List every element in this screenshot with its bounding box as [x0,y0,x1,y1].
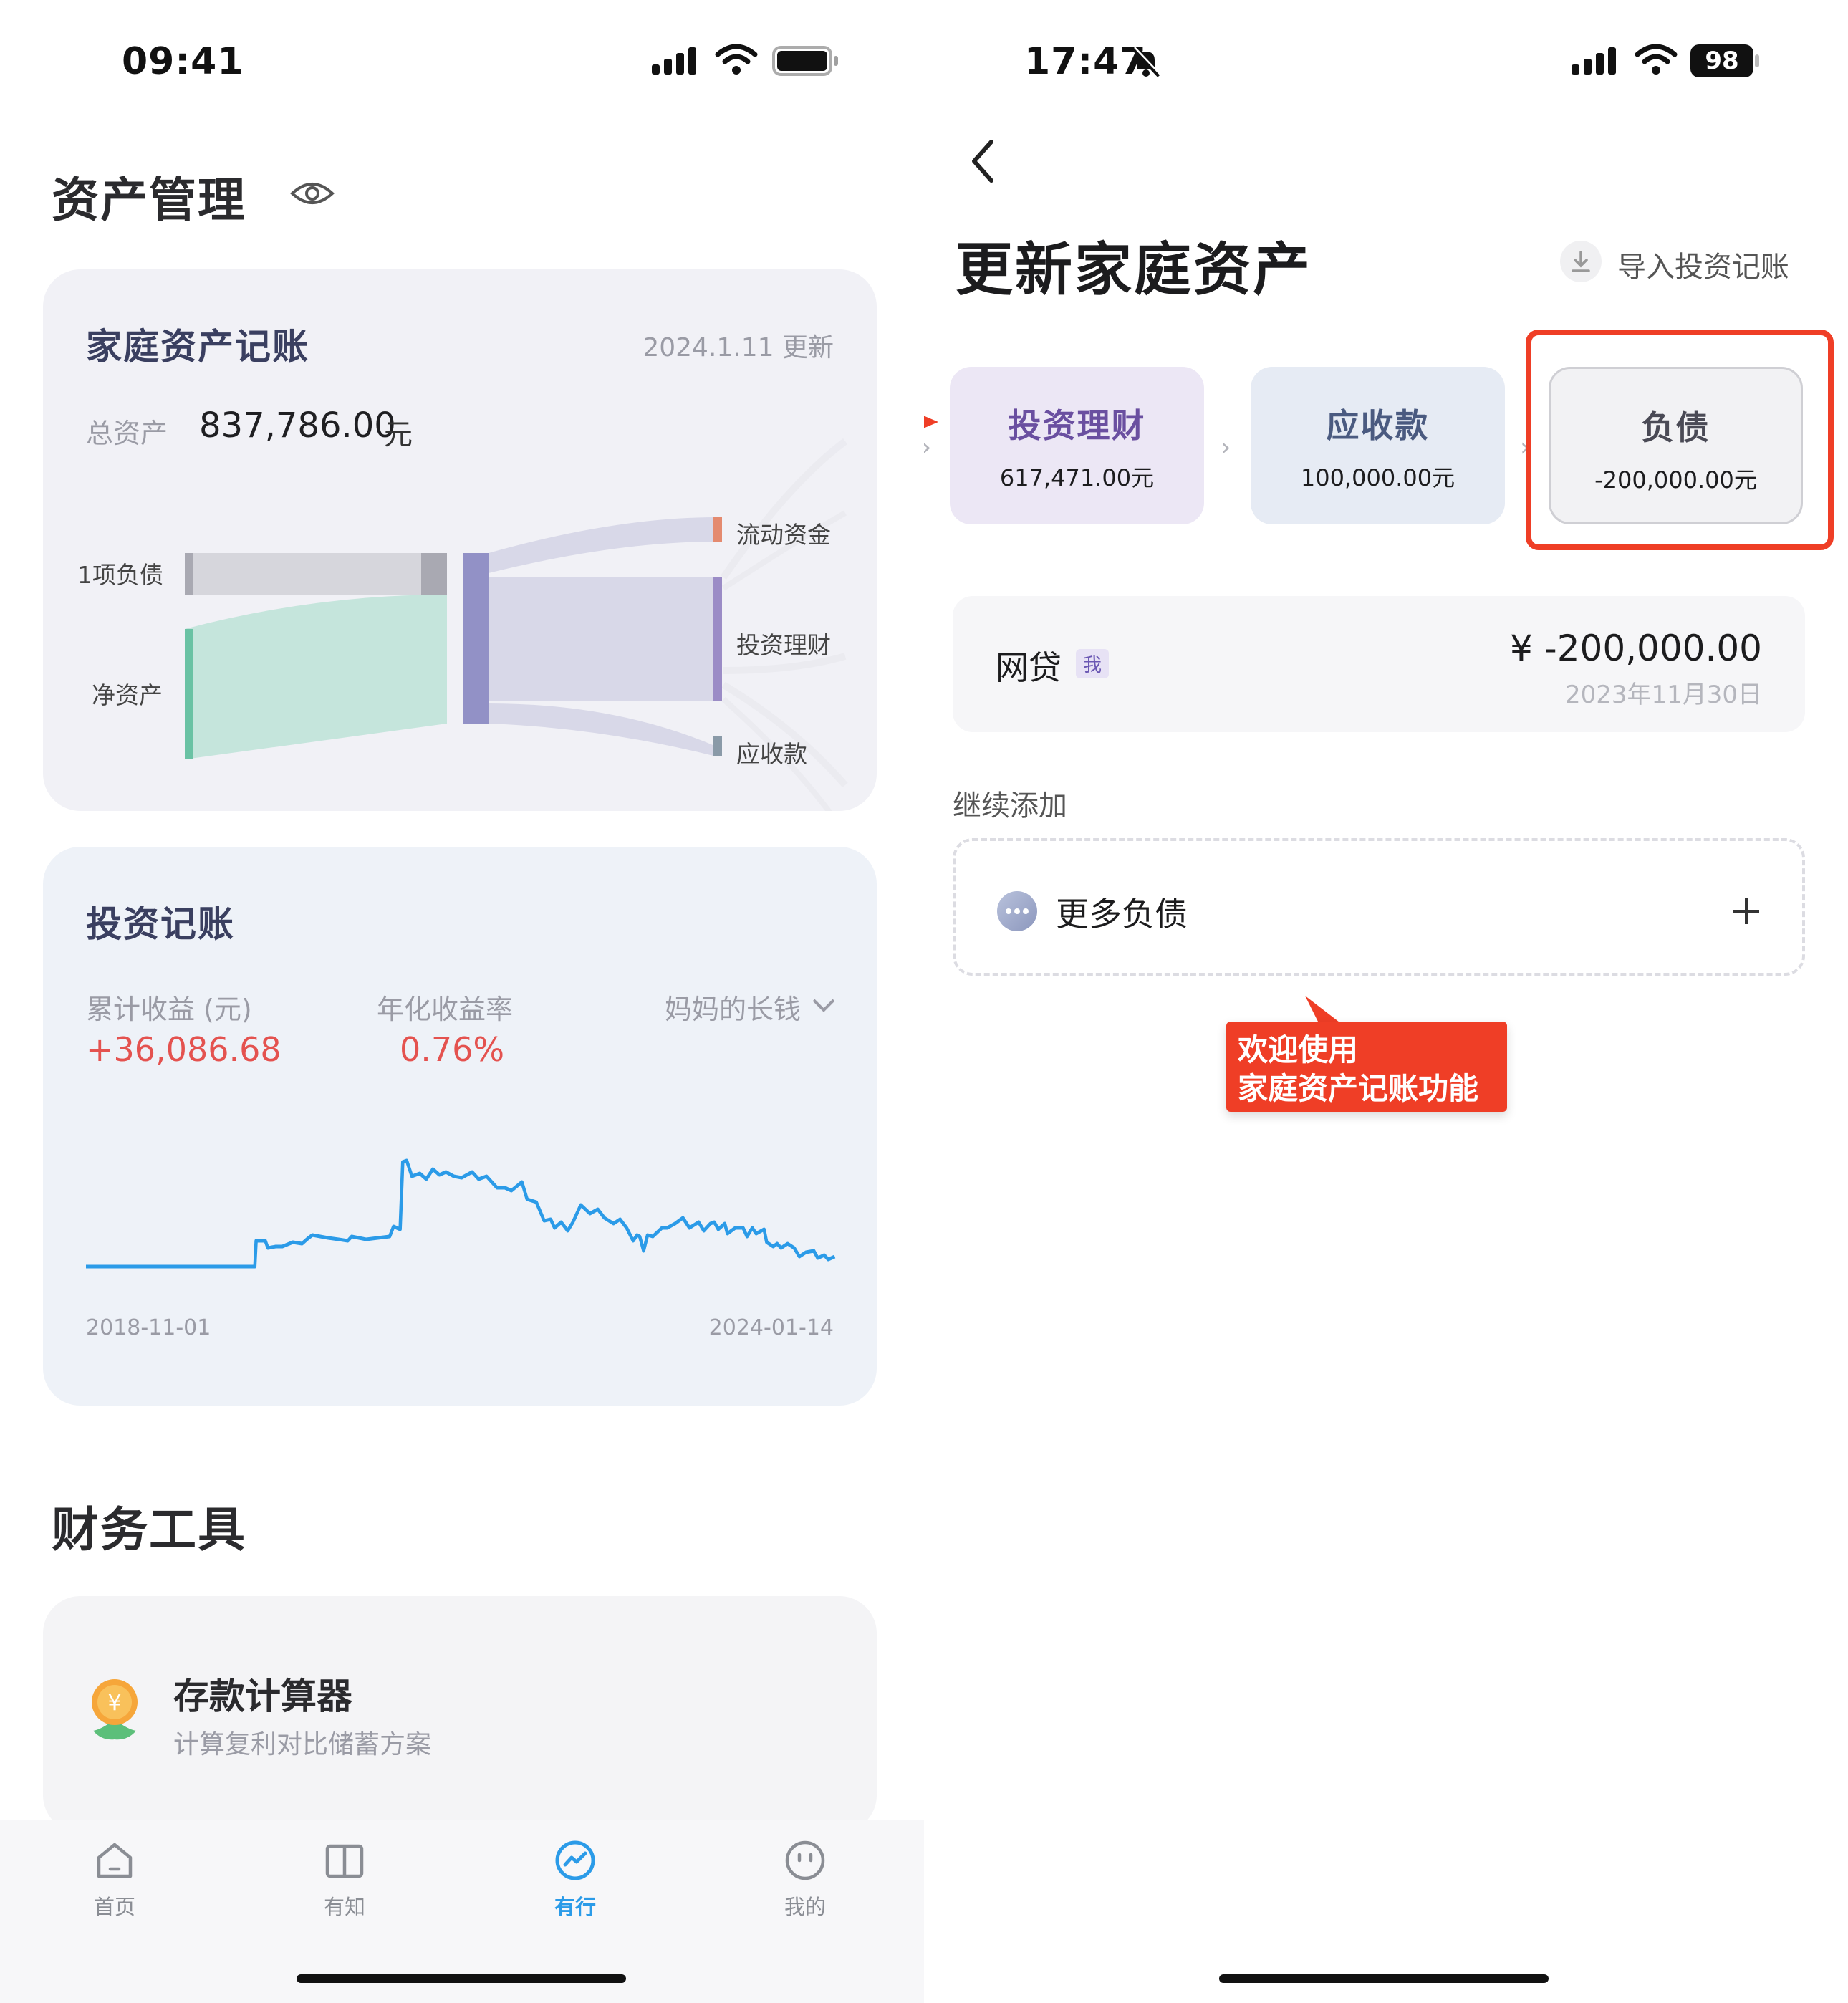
sankey-label-invest: 投资理财 [736,631,831,659]
book-icon [325,1844,364,1878]
svg-text:¥: ¥ [107,1691,121,1716]
tool-desc: 计算复利对比储蓄方案 [173,1730,432,1759]
more-dots-icon [997,891,1037,931]
import-investment-link[interactable]: 导入投资记账 [1617,244,1789,285]
plus-icon [1733,898,1759,924]
category-investment-name: 投资理财 [1008,406,1146,445]
flow-to-cash [489,517,716,573]
tool-name: 存款计算器 [173,1676,352,1717]
family-assets-card[interactable]: 家庭资产记账 2024.1.11 更新 总资产 837,786.00 元 1项负… [43,269,877,811]
liability-node [185,553,193,595]
assets-center-node [463,553,489,724]
invest-node [713,577,722,701]
page-title: 更新家庭资产 [956,236,1312,303]
tab-label-home: 首页 [93,1895,135,1919]
home-icon [97,1843,133,1878]
sankey-label-cash: 流动资金 [736,521,831,549]
chart-end-date: 2024-01-14 [708,1315,834,1340]
smile-icon [785,1840,825,1880]
flow-to-invest [489,577,716,701]
download-icon [1572,251,1590,272]
home-indicator [1219,1974,1549,1983]
category-investment[interactable]: 投资理财 617,471.00元 [950,367,1204,524]
chart-start-date: 2018-11-01 [86,1315,211,1340]
return-line [86,1158,836,1269]
investment-card[interactable]: 投资记账 累计收益 (元) +36,086.68 年化收益率 0.76% 妈妈的… [43,847,877,1406]
page-title: 资产管理 [52,173,246,228]
category-receivable[interactable]: 应收款 100,000.00元 [1251,367,1505,524]
right-screen: 17:47 98 更新家庭资产 导入投资记账 › 投资理财 617,471.00… [924,0,1848,2003]
import-icon-bg[interactable] [1560,241,1602,282]
category-liability[interactable]: 负债 -200,000.00元 [1549,367,1803,524]
investment-card-title: 投资记账 [86,903,235,945]
wifi-icon [1635,44,1678,75]
tab-label-mine: 我的 [784,1895,826,1919]
category-liability-value: -200,000.00元 [1594,466,1757,494]
cellular-signal-icon [652,47,696,75]
status-time: 09:41 [122,40,244,83]
battery-icon [772,46,838,76]
net-assets-node [185,629,193,759]
more-liability-button[interactable]: 更多负债 [953,838,1805,976]
chevron-down-icon[interactable] [811,996,837,1014]
chevron-right-icon: › [1221,433,1231,462]
back-chevron-icon[interactable] [966,136,1001,186]
category-liability-name: 负债 [1641,408,1710,447]
coin-flower-icon: ¥ [92,1679,138,1740]
cellular-signal-icon [1572,47,1616,75]
wifi-icon [715,44,758,75]
more-liability-label: 更多负债 [1056,895,1188,933]
continue-add-label: 继续添加 [953,789,1067,822]
deposit-calculator-card[interactable]: ¥ 存款计算器 计算复利对比储蓄方案 [43,1596,877,1833]
annual-rate-value: 0.76% [400,1030,505,1069]
cum-return-value: +36,086.68 [86,1030,281,1069]
sankey-label-receivable: 应收款 [736,740,807,768]
left-screen: 09:41 资产管理 家庭资产记账 2024.1.11 更新 总资产 837,7… [0,0,924,2003]
sankey-label-liability: 1项负债 [77,561,163,589]
debt-item-name: 网贷 [996,648,1062,687]
debt-item-row[interactable]: 网贷 我 ¥ -200,000.00 2023年11月30日 [953,596,1805,732]
bell-mute-icon [1132,47,1161,77]
net-assets-flow [185,595,447,759]
cash-node [713,517,722,542]
callout-line-1: 欢迎使用 [1238,1032,1359,1067]
battery-tip [1755,54,1759,67]
receivable-node [713,736,722,756]
account-selector[interactable]: 妈妈的长钱 [665,987,801,1027]
return-line-chart [86,1158,836,1269]
category-receivable-name: 应收款 [1326,406,1430,445]
debt-item-amount: ¥ -200,000.00 [1509,628,1762,669]
home-indicator [297,1974,626,1983]
category-investment-value: 617,471.00元 [999,464,1155,491]
tab-label-knowledge: 有知 [323,1895,365,1919]
battery-level: 98 [1690,44,1753,77]
callout-line-2: 家庭资产记账功能 [1238,1071,1479,1106]
flow-to-receivable [489,703,716,756]
sankey-label-net-assets: 净资产 [92,681,163,709]
trend-icon [555,1840,595,1880]
debt-item-date: 2023年11月30日 [1564,681,1762,709]
eye-icon[interactable] [289,176,335,211]
chevron-right-icon: › [924,433,931,462]
owner-badge: 我 [1076,649,1110,678]
tools-title: 财务工具 [52,1502,246,1557]
liability-flow [185,553,421,595]
status-time: 17:47 [1024,40,1147,83]
annual-rate-label: 年化收益率 [377,994,514,1025]
welcome-callout: 欢迎使用 家庭资产记账功能 [1226,1022,1507,1112]
category-receivable-value: 100,000.00元 [1300,464,1455,491]
liability-end-node [421,553,447,595]
cum-return-label: 累计收益 (元) [86,994,252,1025]
tab-label-action: 有行 [554,1895,596,1919]
